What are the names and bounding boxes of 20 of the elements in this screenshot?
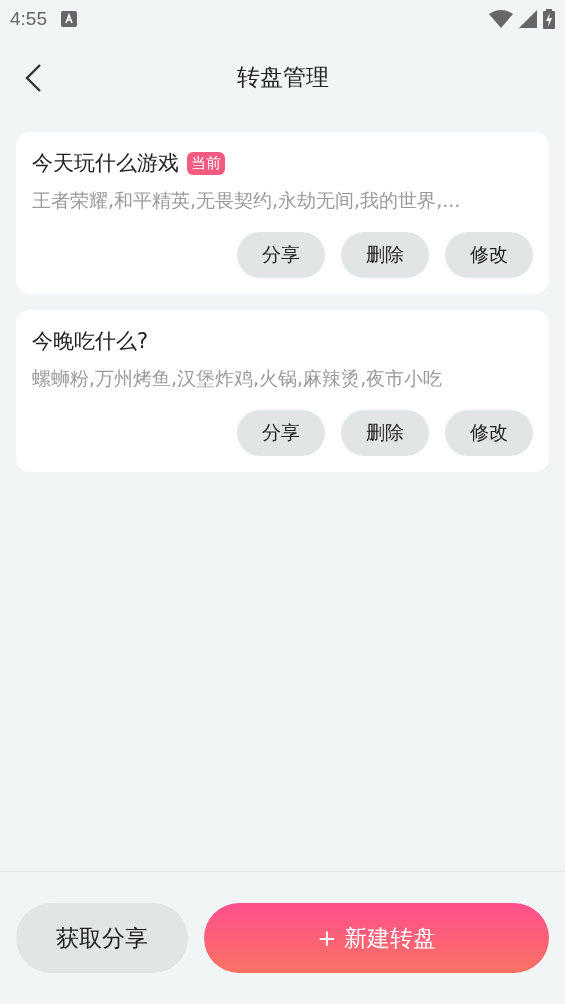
wheel-card[interactable]: 今晚吃什么? 螺蛳粉,万州烤鱼,汉堡炸鸡,火锅,麻辣烫,夜市小吃 分享 删除 修改 (16, 310, 549, 472)
page-title: 转盘管理 (236, 62, 329, 92)
edit-button[interactable]: 修改 (445, 232, 533, 278)
current-badge: 当前 (187, 151, 225, 175)
wheel-title: 今晚吃什么? (32, 328, 149, 355)
wheel-card[interactable]: 今天玩什么游戏 当前 王者荣耀,和平精英,无畏契约,永劫无间,我的世界,... 分享 删除 修改 (16, 132, 549, 294)
wheel-options: 螺蛳粉,万州烤鱼,汉堡炸鸡,火锅,麻辣烫,夜市小吃 (32, 366, 533, 392)
status-time: 4:55 (10, 7, 47, 30)
signal-icon (519, 9, 537, 28)
battery-icon (543, 8, 555, 29)
share-button[interactable]: 分享 (237, 232, 325, 278)
delete-button[interactable]: 删除 (341, 232, 429, 278)
wheel-options: 王者荣耀,和平精英,无畏契约,永劫无间,我的世界,... (32, 188, 533, 214)
share-button[interactable]: 分享 (237, 410, 325, 456)
get-share-button[interactable]: 获取分享 (16, 903, 188, 973)
wifi-icon (489, 9, 513, 28)
edit-button[interactable]: 修改 (445, 410, 533, 456)
delete-button[interactable]: 删除 (341, 410, 429, 456)
wheel-title: 今天玩什么游戏 (32, 150, 179, 177)
notification-icon (61, 10, 77, 27)
